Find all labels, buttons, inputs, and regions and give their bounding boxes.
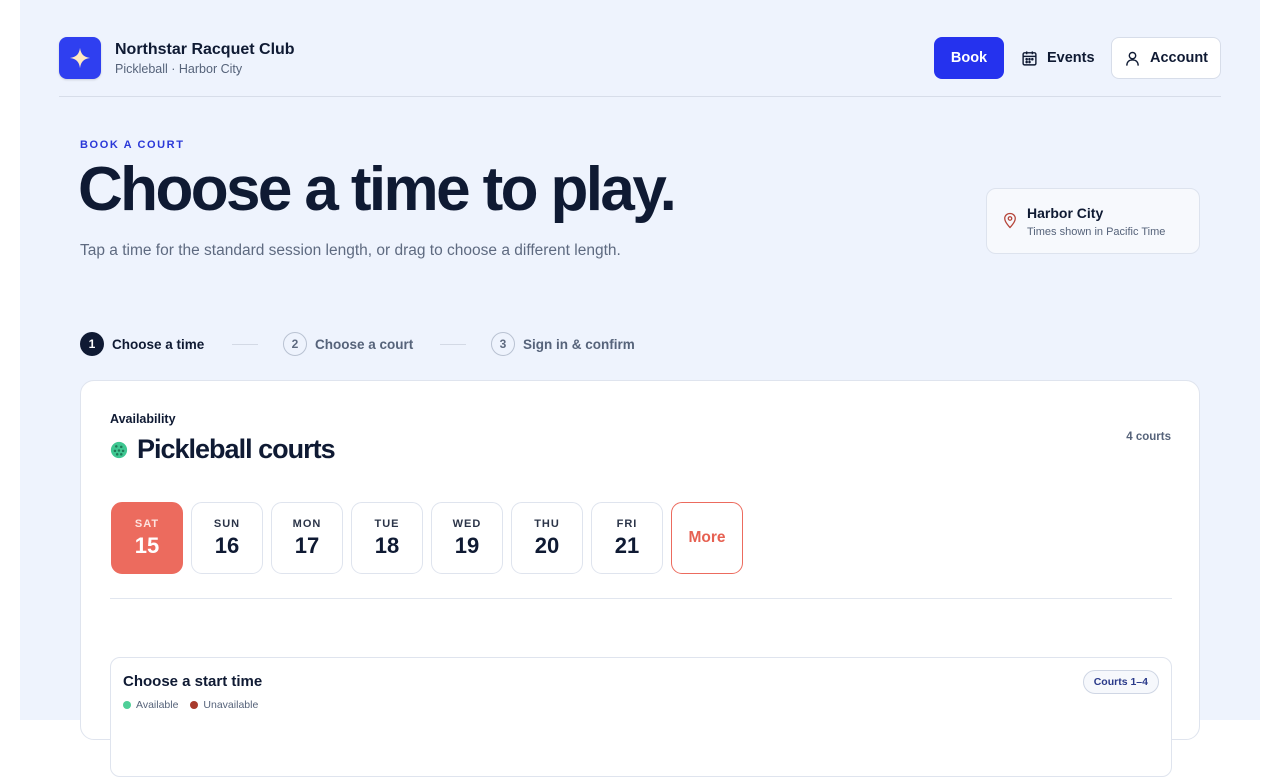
day-tab-thu[interactable]: THU 20: [511, 502, 583, 574]
step-label: Sign in & confirm: [523, 336, 635, 352]
day-of-week: SUN: [213, 517, 241, 530]
day-tab-tue[interactable]: TUE 18: [351, 502, 423, 574]
court-count: 4 courts: [1126, 431, 1171, 443]
step-choose-court[interactable]: 2 Choose a court: [283, 332, 413, 356]
step-choose-time[interactable]: 1 Choose a time: [80, 332, 204, 356]
available-dot: [123, 701, 131, 709]
day-tab-fri[interactable]: FRI 21: [591, 502, 663, 574]
user-icon: [1126, 51, 1139, 66]
events-link[interactable]: Events: [1021, 37, 1099, 79]
account-label: Account: [1150, 50, 1208, 66]
day-number: 18: [374, 532, 400, 558]
calendar-icon: [1022, 50, 1037, 66]
step-label: Choose a time: [112, 336, 205, 352]
availability-title: Pickleball courts: [137, 434, 336, 464]
events-label: Events: [1047, 50, 1095, 66]
club-logo[interactable]: [59, 37, 101, 79]
start-time-title: Choose a start time: [123, 673, 263, 690]
unavailable-dot: [190, 701, 199, 709]
pickleball-icon: [110, 441, 128, 458]
more-days-button[interactable]: More: [671, 502, 743, 574]
day-number: 17: [294, 532, 320, 558]
availability-legend: Available Unavailable: [123, 699, 258, 711]
page-title: Choose a time to play.: [78, 155, 677, 224]
eyebrow-label: BOOK A COURT: [80, 139, 185, 151]
step-number: 3: [491, 332, 515, 356]
step-label: Choose a court: [315, 336, 414, 352]
brand-subtitle: Pickleball · Harbor City: [115, 62, 243, 76]
start-time-panel: Choose a start time Available Unavailabl…: [110, 657, 1172, 777]
day-of-week: WED: [452, 517, 482, 530]
booking-stepper: 1 Choose a time 2 Choose a court 3 Sign …: [80, 332, 680, 356]
availability-title-row: Pickleball courts: [110, 434, 336, 465]
sparkle-icon: [69, 47, 91, 69]
day-number: 15: [134, 532, 160, 558]
day-of-week: MON: [292, 517, 322, 530]
day-tab-wed[interactable]: WED 19: [431, 502, 503, 574]
step-connector: [440, 344, 466, 345]
day-of-week: TUE: [374, 517, 400, 530]
location-subtitle: Times shown in Pacific Time: [1027, 226, 1166, 238]
courts-badge: Courts 1–4: [1082, 670, 1159, 694]
availability-card: Availability Pickleball courts 4 courts …: [80, 380, 1200, 777]
legend-unavailable: Unavailable: [190, 699, 258, 711]
map-pin-icon: [1004, 212, 1016, 229]
account-button[interactable]: Account: [1111, 37, 1221, 79]
location-card: Harbor City Times shown in Pacific Time: [986, 188, 1200, 254]
divider: [110, 598, 1172, 599]
step-sign-in-confirm[interactable]: 3 Sign in & confirm: [491, 332, 635, 356]
brand-name: Northstar Racquet Club: [115, 41, 295, 58]
step-connector: [232, 344, 258, 345]
day-of-week: SAT: [134, 517, 160, 530]
day-tab-sat[interactable]: SAT 15: [111, 502, 183, 574]
day-of-week: FRI: [616, 517, 638, 530]
day-number: 16: [214, 532, 240, 558]
legend-available-label: Available: [136, 699, 179, 711]
legend-available: Available: [123, 699, 178, 711]
step-number: 2: [283, 332, 307, 356]
top-header: Northstar Racquet Club Pickleball · Harb…: [59, 37, 1221, 97]
page-subtitle: Tap a time for the standard session leng…: [80, 242, 621, 259]
day-of-week: THU: [534, 517, 560, 530]
day-number: 19: [454, 532, 480, 558]
page: Northstar Racquet Club Pickleball · Harb…: [20, 0, 1260, 777]
book-button[interactable]: Book: [934, 37, 1004, 79]
day-number: 20: [534, 532, 560, 558]
step-number: 1: [80, 332, 104, 356]
availability-kicker: Availability: [110, 412, 176, 426]
day-tab-sun[interactable]: SUN 16: [191, 502, 263, 574]
day-number: 21: [614, 532, 640, 558]
day-picker: SAT 15 SUN 16 MON 17 TUE 18 WED 19 THU 2…: [111, 502, 751, 574]
legend-unavailable-label: Unavailable: [203, 699, 259, 711]
day-tab-mon[interactable]: MON 17: [271, 502, 343, 574]
location-title: Harbor City: [1027, 205, 1104, 221]
